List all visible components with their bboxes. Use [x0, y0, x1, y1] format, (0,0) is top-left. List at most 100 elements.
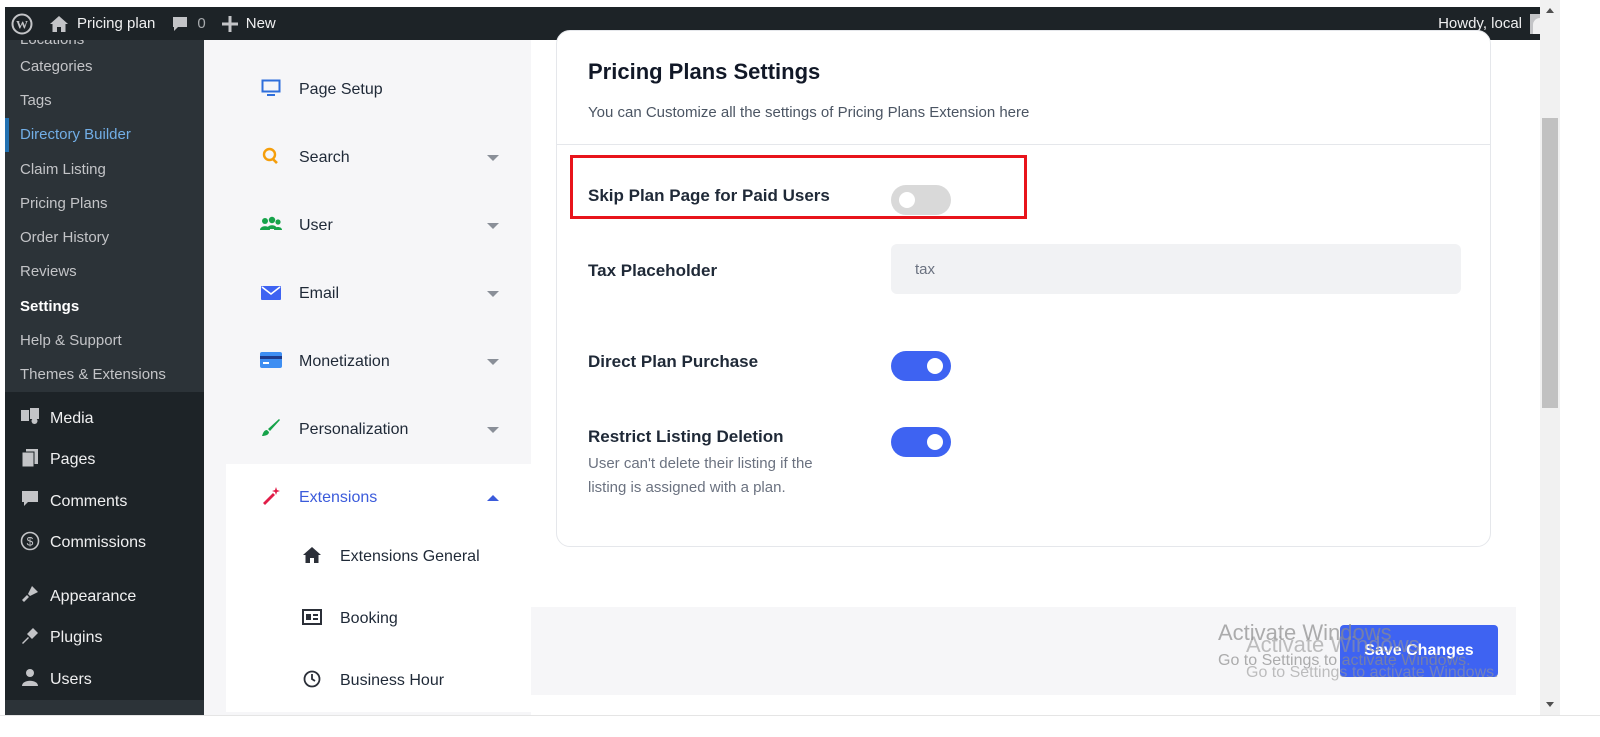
scrollbar-thumb[interactable] — [1542, 118, 1558, 408]
nav-item-personalization[interactable]: Personalization — [226, 396, 531, 464]
nav-item-search[interactable]: Search — [226, 124, 531, 192]
credit-card-icon — [254, 351, 288, 373]
clock-icon — [298, 670, 326, 693]
settings-nav: Page Setup Search User Email Monetizatio… — [204, 40, 531, 737]
scroll-down-icon[interactable] — [1546, 702, 1554, 707]
nav-label: Extensions — [299, 489, 378, 506]
restrict-deletion-help: User can't delete their listing if the l… — [588, 455, 813, 496]
menu-label: Appearance — [50, 587, 137, 605]
menu-item-appearance[interactable]: Appearance — [5, 576, 204, 618]
home-icon — [50, 15, 68, 32]
menu-item-plugins[interactable]: Plugins — [5, 617, 204, 659]
menu-label: Commissions — [50, 534, 147, 552]
plus-icon — [221, 15, 238, 32]
tax-placeholder-input[interactable] — [891, 244, 1461, 294]
comment-bubble-icon — [173, 16, 188, 31]
plugins-icon — [17, 626, 43, 651]
submenu-item-reviews[interactable]: Reviews — [5, 255, 204, 289]
chevron-up-icon — [487, 495, 499, 501]
media-icon — [17, 407, 43, 430]
wordpress-icon: W — [11, 13, 33, 34]
nav-item-monetization[interactable]: Monetization — [226, 328, 531, 396]
nav-item-email[interactable]: Email — [226, 260, 531, 328]
submenu-item-pricing-plans[interactable]: Pricing Plans — [5, 186, 204, 220]
chevron-down-icon — [487, 427, 499, 433]
panel-title: Pricing Plans Settings — [588, 59, 821, 84]
chevron-down-icon — [487, 223, 499, 229]
svg-text:W: W — [16, 17, 28, 31]
activate-windows-subtext: Go to Settings to activate Windows. — [1246, 664, 1499, 681]
menu-label: Media — [50, 409, 94, 427]
wp-admin-menu: Locations Categories Tags Directory Buil… — [5, 40, 204, 737]
chevron-down-icon — [487, 155, 499, 161]
submenu-item-help-support[interactable]: Help & Support — [5, 323, 204, 357]
tax-placeholder-label: Tax Placeholder — [588, 261, 718, 280]
submenu-item-tags[interactable]: Tags — [5, 83, 204, 117]
subnav-label: Booking — [340, 610, 398, 627]
menu-item-users[interactable]: Users — [5, 659, 204, 701]
subnav-label: Extensions General — [340, 548, 480, 565]
screen: W Pricing plan 0 New Howdy, local Locati… — [0, 0, 1600, 737]
chevron-down-icon — [487, 359, 499, 365]
menu-label: Users — [50, 670, 92, 688]
highlight-box — [570, 155, 1027, 219]
subnav-item-booking[interactable]: Booking — [226, 588, 531, 650]
menu-item-commissions[interactable]: $ Commissions — [5, 522, 204, 564]
nav-item-page-setup[interactable]: Page Setup — [226, 56, 531, 124]
nav-label: User — [299, 217, 333, 234]
comments-count: 0 — [197, 15, 206, 32]
direct-purchase-label: Direct Plan Purchase — [588, 352, 759, 371]
direct-purchase-toggle[interactable] — [891, 351, 951, 381]
appearance-icon — [17, 584, 43, 609]
submenu-list: Locations Categories Tags Directory Buil… — [5, 40, 204, 392]
nav-item-user[interactable]: User — [226, 192, 531, 260]
submenu-item-directory-builder[interactable]: Directory Builder — [5, 117, 204, 152]
menu-label: Plugins — [50, 629, 103, 647]
submenu-item-themes-extensions[interactable]: Themes & Extensions — [5, 358, 204, 392]
search-icon — [254, 147, 288, 170]
subnav-item-extensions-general[interactable]: Extensions General — [226, 526, 531, 588]
restrict-deletion-label: Restrict Listing Deletion — [588, 427, 784, 446]
divider — [557, 144, 1490, 145]
dollar-icon: $ — [17, 531, 43, 556]
envelope-icon — [254, 284, 288, 305]
comments-link[interactable]: 0 — [163, 7, 213, 40]
submenu-label: Locations — [20, 40, 84, 49]
id-card-icon — [298, 608, 326, 630]
site-name: Pricing plan — [77, 15, 156, 32]
nav-label: Page Setup — [299, 81, 383, 98]
main-menu-list: Media Pages Comments $ Commissions Appea… — [5, 391, 204, 701]
subnav-label: Business Hour — [340, 672, 445, 689]
scroll-up-icon[interactable] — [1546, 8, 1554, 13]
users-icon — [17, 667, 43, 692]
toggle-knob — [927, 358, 943, 374]
activate-windows-watermark: Activate Windows — [1246, 632, 1420, 657]
pages-icon — [17, 448, 43, 473]
new-content-link[interactable]: New — [214, 7, 284, 40]
submenu-item-order-history[interactable]: Order History — [5, 220, 204, 254]
menu-item-comments[interactable]: Comments — [5, 481, 204, 523]
subnav-item-business-hour[interactable]: Business Hour — [226, 650, 531, 712]
submenu-item-categories[interactable]: Categories — [5, 49, 204, 83]
magic-wand-icon — [254, 486, 288, 511]
submenu-item-locations[interactable]: Locations — [5, 40, 204, 49]
toggle-knob — [927, 434, 943, 450]
nav-label: Email — [299, 285, 340, 302]
comments-icon — [17, 490, 43, 513]
monitor-icon — [254, 79, 288, 102]
panel-description: You can Customize all the settings of Pr… — [588, 104, 1030, 121]
menu-item-pages[interactable]: Pages — [5, 439, 204, 481]
user-group-icon — [254, 216, 288, 237]
nav-label: Personalization — [299, 421, 409, 438]
menu-item-media[interactable]: Media — [5, 398, 204, 440]
submenu-item-settings[interactable]: Settings — [5, 289, 204, 323]
submenu-item-claim-listing[interactable]: Claim Listing — [5, 152, 204, 186]
nav-label: Monetization — [299, 353, 390, 370]
wordpress-logo-button[interactable]: W — [5, 7, 41, 40]
vertical-scrollbar[interactable] — [1540, 0, 1560, 715]
restrict-deletion-toggle[interactable] — [891, 427, 951, 457]
brush-icon — [254, 418, 288, 443]
nav-item-extensions[interactable]: Extensions — [226, 464, 531, 532]
site-name-link[interactable]: Pricing plan — [41, 7, 163, 40]
settings-card: Pricing Plans Settings You can Customize… — [556, 30, 1491, 547]
